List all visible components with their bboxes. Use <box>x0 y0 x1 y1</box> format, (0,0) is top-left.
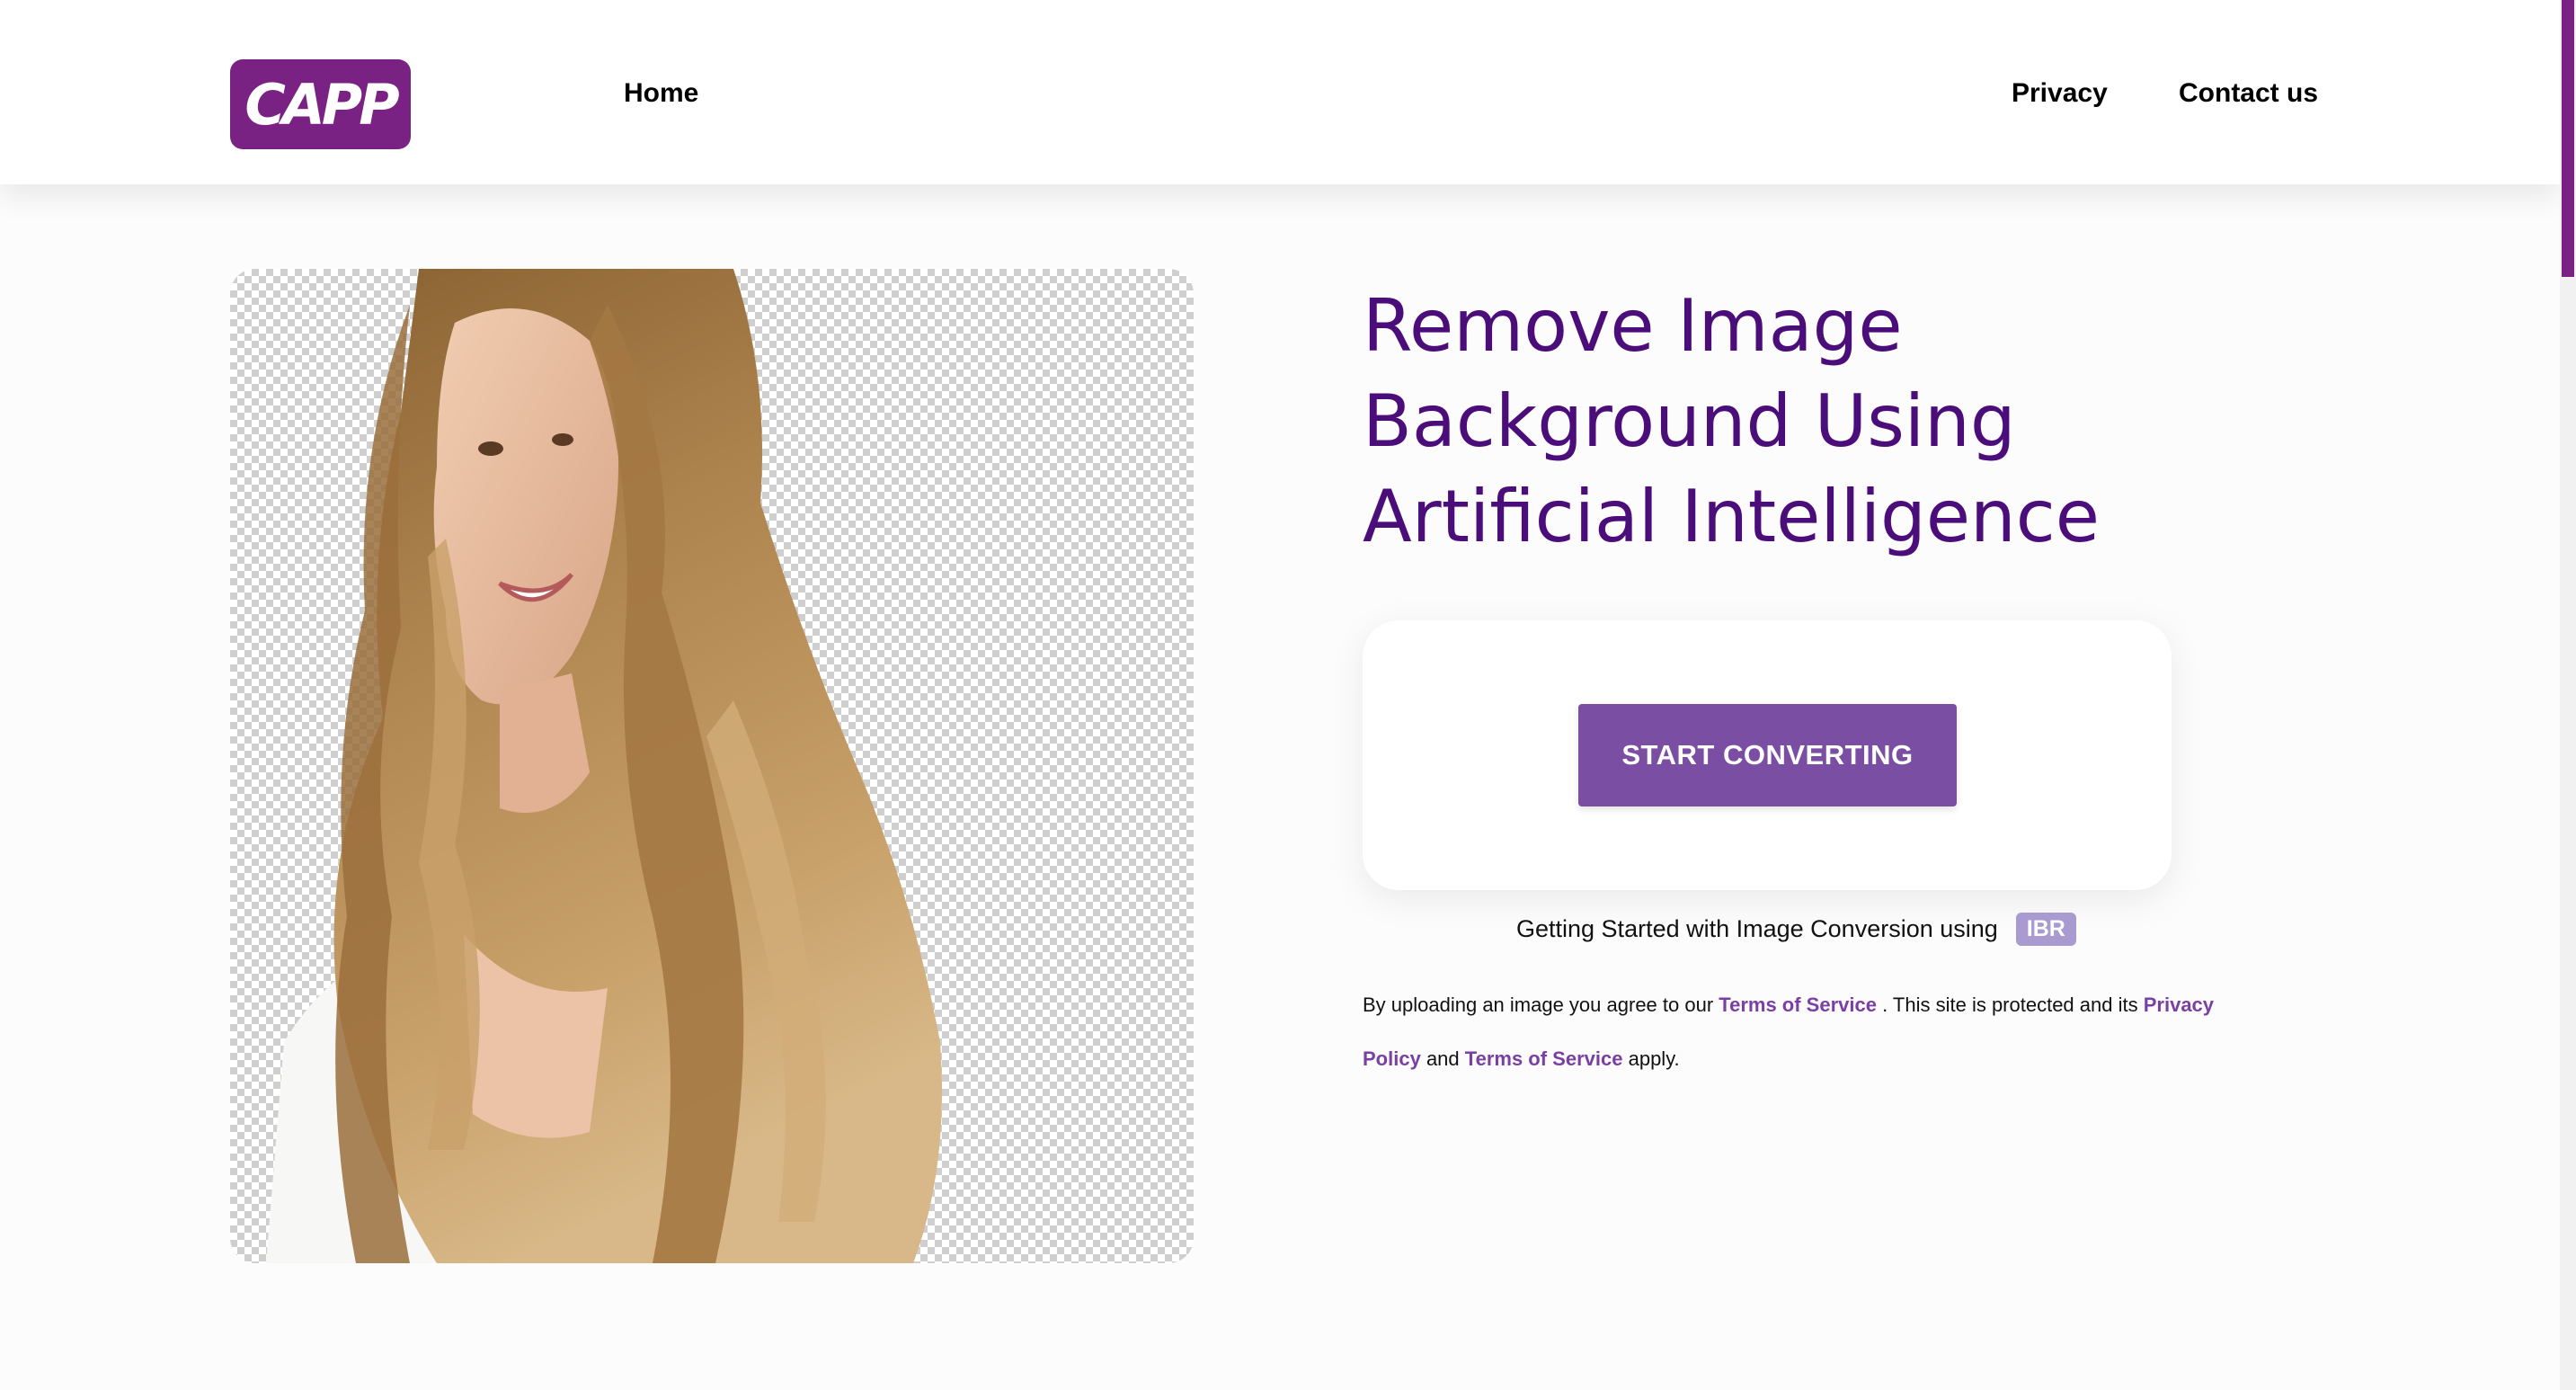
terms-middle: . This site is protected and its <box>1882 993 2138 1016</box>
upload-card: START CONVERTING <box>1363 620 2172 890</box>
hero-example-image <box>230 269 1194 1263</box>
terms-of-service-link[interactable]: Terms of Service <box>1719 993 1877 1016</box>
terms-of-service-link-2[interactable]: Terms of Service <box>1465 1047 1623 1070</box>
ibr-badge: IBR <box>2015 912 2076 946</box>
logo-text: CAPP <box>244 71 399 138</box>
page-headline: Remove Image Background Using Artificial… <box>1363 284 2100 558</box>
nav-home-link[interactable]: Home <box>624 76 698 111</box>
getting-started-line: Getting Started with Image Conversion us… <box>1516 910 2076 948</box>
terms-and: and <box>1426 1047 1460 1070</box>
woman-portrait-illustration <box>266 269 942 1263</box>
page-scrollbar[interactable] <box>2560 0 2576 1390</box>
capp-logo[interactable]: CAPP <box>230 59 411 149</box>
scrollbar-thumb[interactable] <box>2562 0 2574 277</box>
terms-suffix: apply. <box>1628 1047 1680 1070</box>
start-converting-button[interactable]: START CONVERTING <box>1578 704 1957 806</box>
nav-privacy-link[interactable]: Privacy <box>2012 76 2108 111</box>
nav-contact-link[interactable]: Contact us <box>2179 76 2318 111</box>
terms-notice: By uploading an image you agree to our T… <box>1363 978 2225 1086</box>
getting-started-text: Getting Started with Image Conversion us… <box>1516 914 1998 942</box>
terms-prefix: By uploading an image you agree to our <box>1363 993 1714 1016</box>
site-header: CAPP Home Privacy Contact us <box>0 0 2560 184</box>
